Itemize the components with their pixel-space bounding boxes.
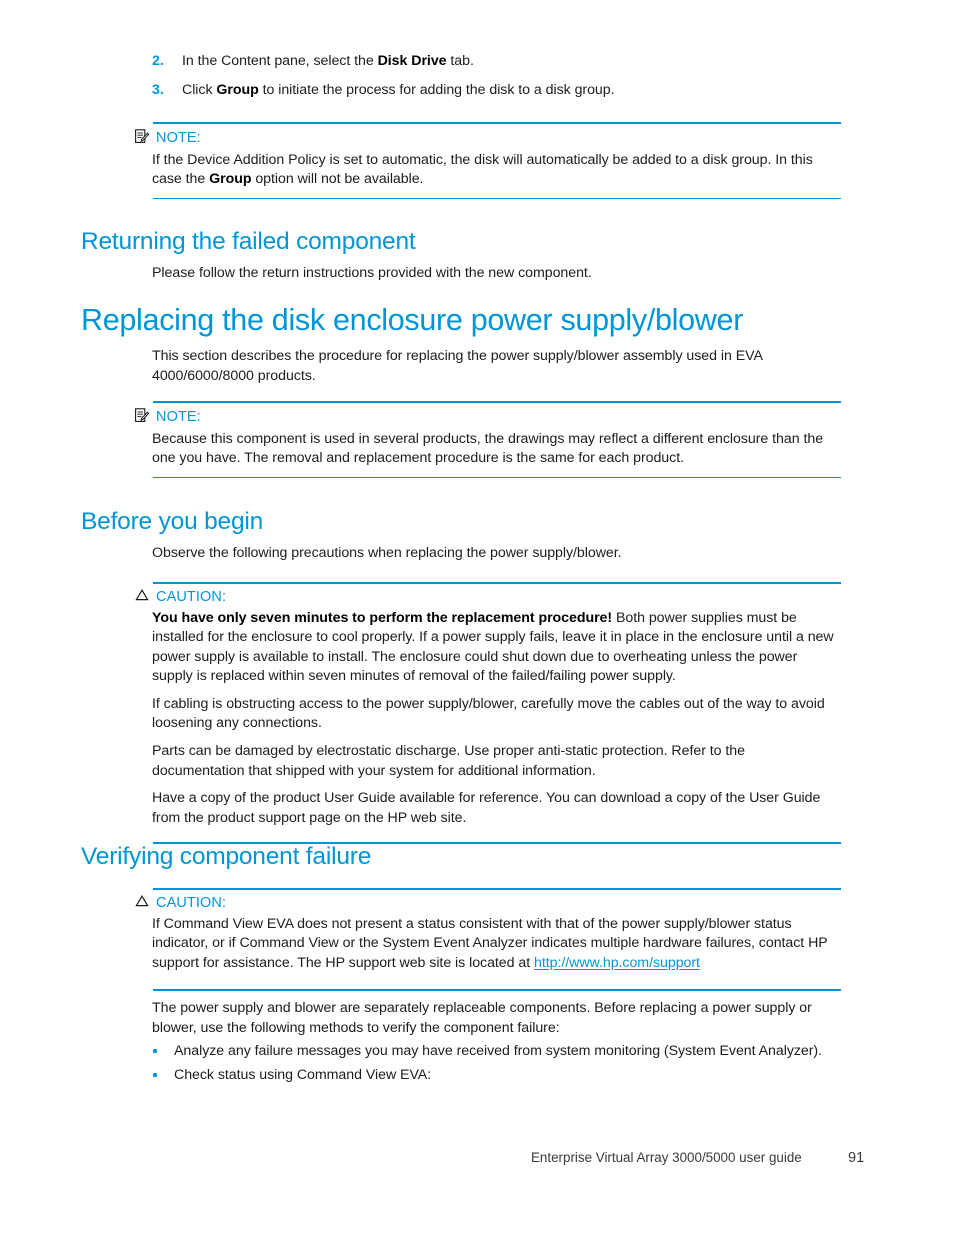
bullet-marker-icon xyxy=(152,1066,174,1086)
note-title: NOTE: xyxy=(156,130,201,146)
list-item: Check status using Command View EVA: xyxy=(152,1066,852,1086)
note2-title: NOTE: xyxy=(156,409,201,425)
step-bold-term: Disk Drive xyxy=(377,53,447,69)
note-text-after: option will not be available. xyxy=(251,171,424,188)
caution2-bottom-rule-row xyxy=(135,989,841,991)
before-you-begin-paragraph: Observe the following precautions when r… xyxy=(152,545,622,561)
verify-intro-paragraph: The power supply and blower are separate… xyxy=(152,1000,812,1036)
note-paragraph: If the Device Addition Policy is set to … xyxy=(152,151,841,190)
note-bottom-rule xyxy=(152,197,841,200)
list-item: Analyze any failure messages you may hav… xyxy=(152,1042,852,1062)
caution2-top-rule-row xyxy=(135,888,841,890)
caution1-top-rule-row xyxy=(135,582,841,584)
returning-body-paragraph: Please follow the return instructions pr… xyxy=(152,265,592,281)
step-text-before: In the Content pane, select the xyxy=(182,53,378,69)
verify-bullet-list: Analyze any failure messages you may hav… xyxy=(152,1042,852,1089)
replacing-body-paragraph: This section describes the procedure for… xyxy=(152,348,763,384)
note2-bottom-rule-row xyxy=(135,476,841,479)
caution1-paragraph-4: Have a copy of the product User Guide av… xyxy=(152,790,821,826)
note-bold-term: Group xyxy=(209,171,252,188)
list-item: 2. In the Content pane, select the Disk … xyxy=(152,52,852,72)
step-number: 2. xyxy=(152,53,164,69)
step-number: 3. xyxy=(152,81,164,98)
heading-returning-the-failed-component: Returning the failed component xyxy=(81,228,416,255)
caution1-paragraph-1: You have only seven minutes to perform t… xyxy=(152,609,841,687)
note2-top-rule-row xyxy=(135,401,841,403)
caution-triangle-icon xyxy=(135,588,149,607)
step-text: Click Group to initiate the process for … xyxy=(182,81,852,101)
note2-paragraph: Because this component is used in severa… xyxy=(152,430,824,467)
note-box-2: NOTE: Because this component is used in … xyxy=(135,401,841,479)
caution2-text: If Command View EVA does not present a s… xyxy=(152,915,828,971)
list-item: 3. Click Group to initiate the process f… xyxy=(152,81,852,101)
step-text-after: tab. xyxy=(446,53,474,69)
footer-page-number: 91 xyxy=(848,1150,865,1166)
caution2-title: CAUTION: xyxy=(156,895,227,911)
note2-header: NOTE: xyxy=(135,407,841,428)
footer-document-title: Enterprise Virtual Array 3000/5000 user … xyxy=(531,1150,802,1165)
note-header: NOTE: xyxy=(135,128,841,149)
note2-top-rule xyxy=(152,401,841,403)
heading-verifying-component-failure: Verifying component failure xyxy=(81,843,372,870)
caution2-body: If Command View EVA does not present a s… xyxy=(152,915,841,982)
step-text: In the Content pane, select the Disk Dri… xyxy=(182,52,852,72)
caution-triangle-icon xyxy=(135,894,149,913)
caution1-header: CAUTION: xyxy=(135,588,841,607)
step-text-before: Click xyxy=(182,81,217,98)
caution1-paragraph-3: Parts can be damaged by electrostatic di… xyxy=(152,743,745,779)
caution1-body: You have only seven minutes to perform t… xyxy=(152,609,841,837)
note-top-rule xyxy=(152,122,841,124)
note2-bottom-rule xyxy=(152,476,841,479)
caution1-paragraph-2: If cabling is obstructing access to the … xyxy=(152,695,825,732)
bullet-marker-icon xyxy=(152,1042,174,1062)
note-icon xyxy=(135,128,150,149)
note-body: If the Device Addition Policy is set to … xyxy=(152,151,841,198)
caution1-bold-lead: You have only seven minutes to perform t… xyxy=(152,609,613,626)
bullet-text: Check status using Command View EVA: xyxy=(174,1066,432,1083)
heading-before-you-begin: Before you begin xyxy=(81,508,264,535)
hp-support-link[interactable]: http://www.hp.com/support xyxy=(534,955,700,971)
step-bold-term: Group xyxy=(216,81,259,98)
caution1-top-rule xyxy=(152,582,841,584)
caution-box-1: CAUTION: You have only seven minutes to … xyxy=(135,582,841,844)
note-bottom-rule-row xyxy=(135,197,841,200)
caution2-top-rule xyxy=(152,888,841,890)
bullet-text: Analyze any failure messages you may hav… xyxy=(174,1043,822,1059)
caution2-bottom-rule xyxy=(152,989,841,991)
note-icon xyxy=(135,407,150,428)
caution2-header: CAUTION: xyxy=(135,894,841,913)
note-top-rule-row xyxy=(135,122,841,124)
note2-body: Because this component is used in severa… xyxy=(152,430,841,477)
numbered-step-list: 2. In the Content pane, select the Disk … xyxy=(152,52,852,109)
caution1-title: CAUTION: xyxy=(156,589,227,605)
document-page: 2. In the Content pane, select the Disk … xyxy=(0,0,954,1235)
heading-replacing-the-disk-enclosure-power-supply-blower: Replacing the disk enclosure power suppl… xyxy=(81,303,744,337)
caution-box-2: CAUTION: If Command View EVA does not pr… xyxy=(135,888,841,991)
caution2-paragraph: If Command View EVA does not present a s… xyxy=(152,915,841,974)
note-box-1: NOTE: If the Device Addition Policy is s… xyxy=(135,122,841,200)
step-text-after: to initiate the process for adding the d… xyxy=(258,81,615,98)
